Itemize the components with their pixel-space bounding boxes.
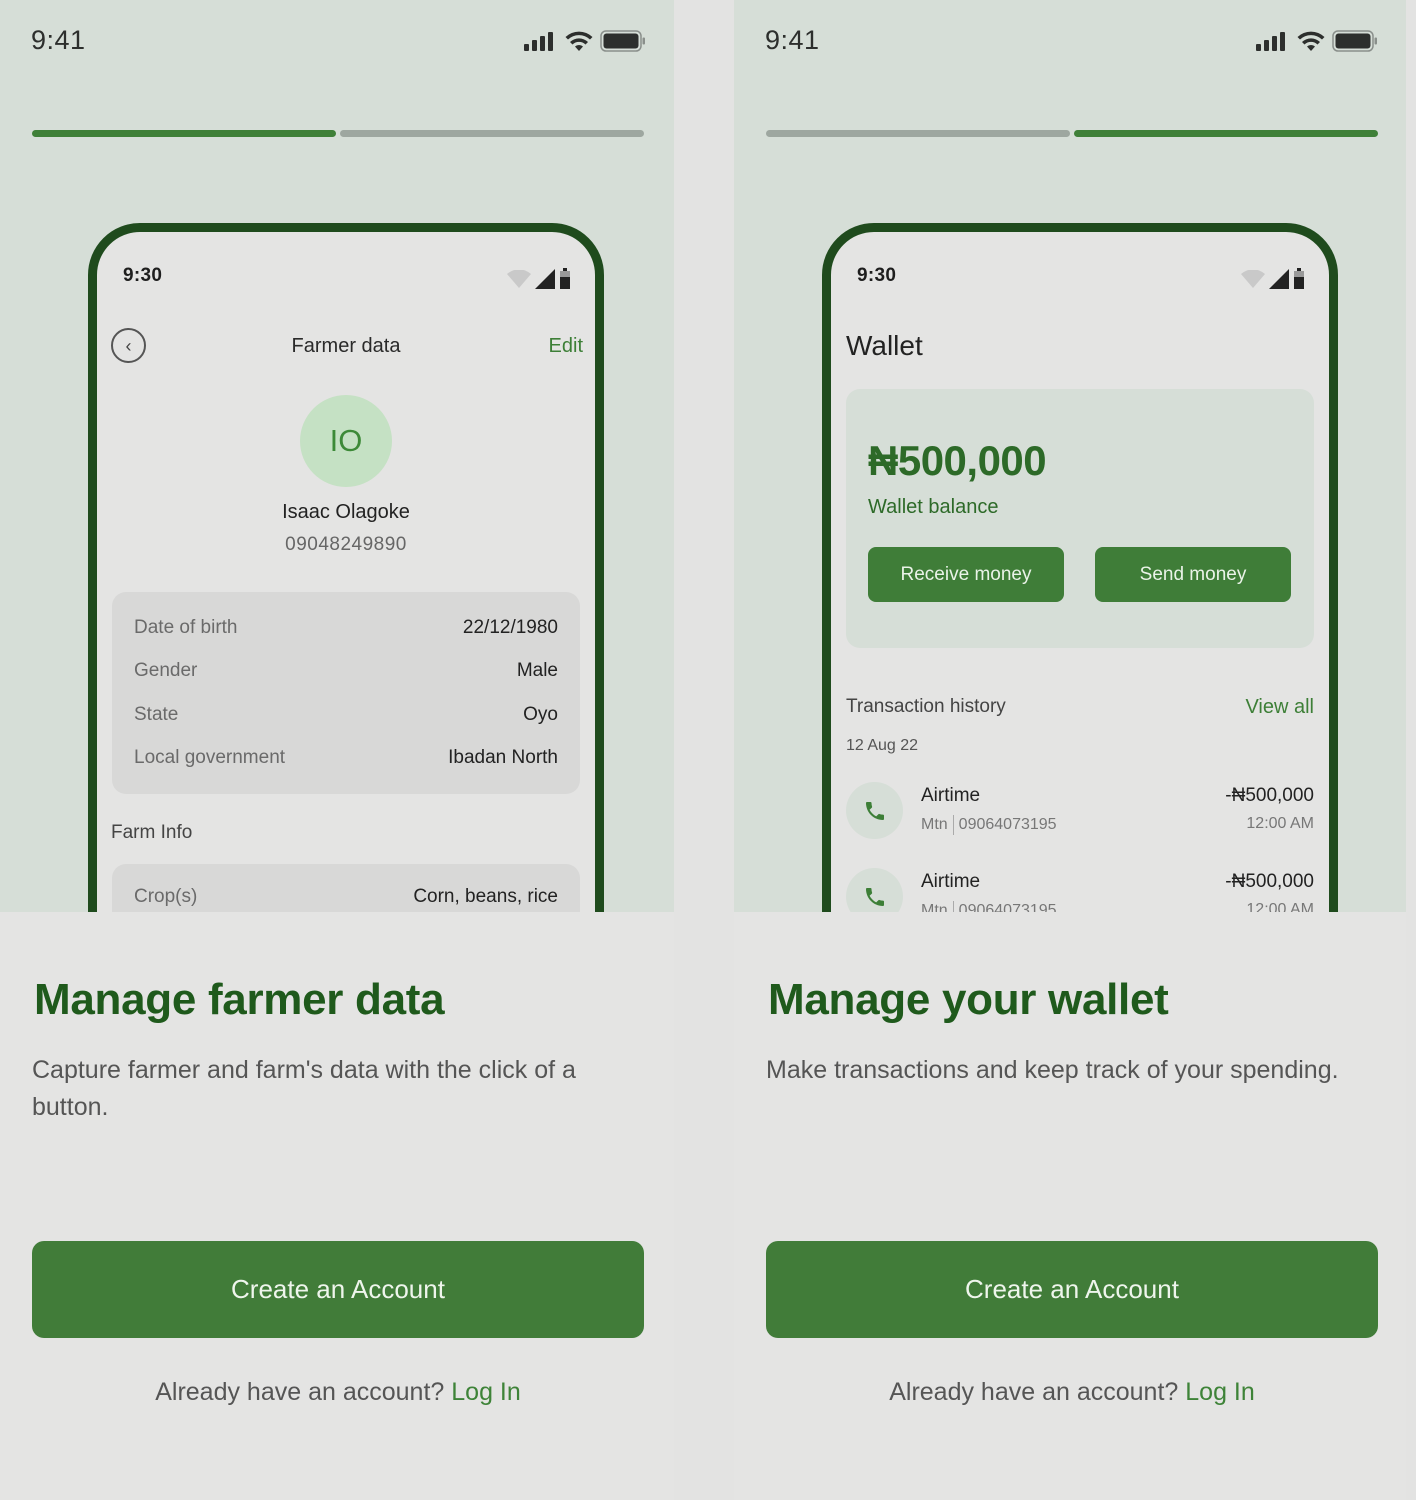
status-bar-time: 9:41: [31, 25, 86, 55]
info-value: Male: [516, 660, 558, 682]
phone-status-time: 9:30: [123, 265, 163, 286]
edit-button[interactable]: Edit: [549, 335, 583, 358]
info-label: State: [134, 703, 179, 725]
transaction-time: 12:00 AM: [1246, 815, 1314, 832]
status-bar-time: 9:41: [765, 25, 820, 55]
info-row-lga: Local government Ibadan North: [134, 737, 558, 781]
transaction-meta: Mtn 09064073195: [921, 901, 1057, 912]
login-prompt-text: Already have an account?: [889, 1378, 1179, 1406]
page-title: Farmer data: [291, 335, 401, 357]
phone-icon: [846, 868, 903, 912]
login-prompt: Already have an account? Log In: [766, 1378, 1378, 1407]
view-all-link[interactable]: View all: [1245, 696, 1314, 719]
progress-step-1: [32, 130, 336, 137]
transaction-provider: Mtn: [921, 816, 948, 833]
farm-info-card: Crop(s) Corn, beans, rice: [112, 864, 580, 912]
phone-status-icons: [507, 268, 571, 290]
info-label: Date of birth: [134, 616, 238, 638]
wallet-balance-label: Wallet balance: [868, 496, 999, 518]
transaction-name: Airtime: [921, 785, 981, 806]
wallet-balance-card: ₦500,000 Wallet balance Receive money Se…: [846, 389, 1314, 648]
wallet-balance-amount: ₦500,000: [868, 437, 1047, 484]
signal-icon: [1269, 269, 1289, 289]
hero-section: 9:41 9:30 ‹ Farmer data Edit IO Isaac Ol…: [0, 0, 674, 912]
onboarding-description: Capture farmer and farm's data with the …: [32, 1056, 576, 1121]
create-account-button[interactable]: Create an Account: [32, 1241, 644, 1338]
battery-icon: [600, 30, 645, 52]
hero-section: 9:41 9:30 Wallet ₦500,000 Wallet balance…: [734, 0, 1406, 912]
info-value: Corn, beans, rice: [413, 886, 558, 907]
phone-status-time: 9:30: [857, 265, 897, 286]
meta-divider: [952, 901, 954, 912]
signal-icon: [524, 32, 553, 51]
page-title: Wallet: [846, 330, 923, 361]
onboarding-description: Make transactions and keep track of your…: [766, 1056, 1339, 1084]
info-row-state: State Oyo: [134, 693, 558, 737]
info-value: Oyo: [523, 703, 558, 725]
info-label: Local government: [134, 747, 286, 769]
transaction-date-group: 12 Aug 22: [846, 737, 919, 754]
info-label: Gender: [134, 660, 198, 682]
transaction-amount: -₦500,000: [1225, 871, 1314, 892]
wifi-icon: [1241, 270, 1265, 288]
wifi-icon: [1297, 31, 1325, 51]
info-label: Crop(s): [134, 886, 198, 907]
info-value: 22/12/1980: [462, 616, 558, 638]
send-money-button[interactable]: Send money: [1095, 547, 1291, 602]
create-account-button[interactable]: Create an Account: [766, 1241, 1378, 1338]
onboarding-heading: Manage farmer data: [34, 975, 445, 1024]
progress-step-2: [340, 130, 644, 137]
transaction-row[interactable]: Airtime Mtn 09064073195 -₦500,000 12:00 …: [846, 868, 1314, 912]
battery-icon: [1294, 268, 1304, 289]
phone-mockup: 9:30 ‹ Farmer data Edit IO Isaac Olagoke…: [88, 223, 604, 912]
progress-step-2: [1074, 130, 1378, 137]
onboarding-progress: [766, 130, 1378, 138]
transaction-amount: -₦500,000: [1225, 785, 1314, 806]
transaction-history-label: Transaction history: [846, 696, 1006, 717]
onboarding-screen-farmer-data: 9:41 9:30 ‹ Farmer data Edit IO Isaac Ol…: [0, 0, 674, 1500]
status-bar-icons: [1256, 30, 1378, 52]
login-prompt: Already have an account? Log In: [32, 1378, 644, 1407]
login-link[interactable]: Log In: [451, 1378, 521, 1406]
receive-money-button[interactable]: Receive money: [868, 547, 1064, 602]
login-link[interactable]: Log In: [1185, 1378, 1255, 1406]
transaction-row[interactable]: Airtime Mtn 09064073195 -₦500,000 12:00 …: [846, 782, 1314, 842]
onboarding-progress: [32, 130, 644, 138]
farmer-phone: 09048249890: [285, 534, 407, 555]
info-row-dob: Date of birth 22/12/1980: [134, 606, 558, 650]
phone-icon: [846, 782, 903, 839]
info-row-gender: Gender Male: [134, 650, 558, 694]
transaction-time: 12:00 AM: [1246, 901, 1314, 912]
wifi-icon: [565, 31, 593, 51]
login-prompt-text: Already have an account?: [155, 1378, 445, 1406]
phone-mockup: 9:30 Wallet ₦500,000 Wallet balance Rece…: [822, 223, 1338, 912]
transaction-number: 09064073195: [958, 902, 1057, 912]
battery-icon: [560, 268, 570, 289]
signal-icon: [535, 269, 555, 289]
farm-info-label: Farm Info: [111, 822, 193, 843]
onboarding-screen-wallet: 9:41 9:30 Wallet ₦500,000 Wallet balance…: [734, 0, 1406, 1500]
meta-divider: [952, 815, 954, 835]
status-bar-icons: [524, 30, 646, 52]
battery-icon: [1332, 30, 1377, 52]
progress-step-1: [766, 130, 1070, 137]
phone-status-icons: [1241, 268, 1305, 290]
transaction-number: 09064073195: [958, 816, 1057, 833]
onboarding-heading: Manage your wallet: [768, 975, 1169, 1024]
transaction-name: Airtime: [921, 871, 981, 892]
signal-icon: [1256, 32, 1285, 51]
personal-info-card: Date of birth 22/12/1980 Gender Male Sta…: [112, 592, 580, 794]
wifi-icon: [507, 270, 531, 288]
info-value: Ibadan North: [448, 747, 558, 769]
farmer-name: Isaac Olagoke: [282, 501, 410, 523]
avatar: IO: [300, 395, 392, 487]
transaction-provider: Mtn: [921, 902, 948, 912]
transaction-meta: Mtn 09064073195: [921, 815, 1057, 835]
